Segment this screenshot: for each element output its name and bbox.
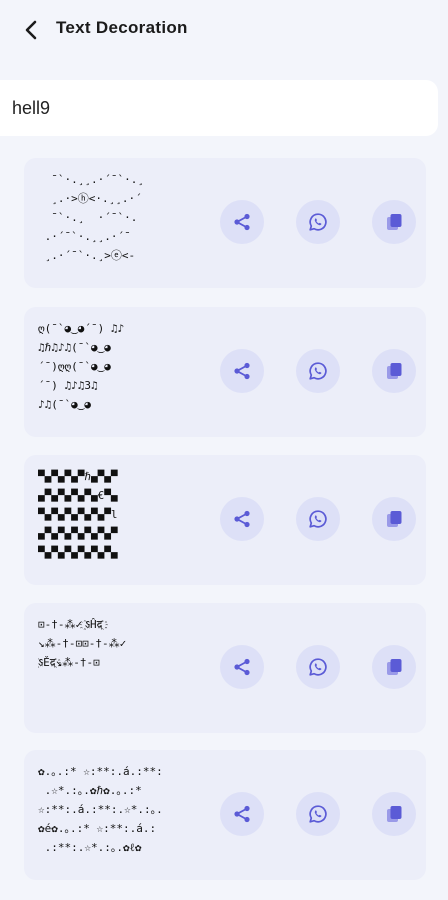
share-icon <box>234 658 250 676</box>
decorated-text-line: .:**:.☆*.:｡.✿ℓ✿ <box>38 841 142 854</box>
share-button[interactable] <box>220 792 264 836</box>
copy-icon <box>387 363 402 379</box>
card-actions <box>220 792 416 836</box>
decoration-card: ღ(¯`◕‿◕´¯) ♫♪ ♫ℏ♫♪♫(¯`◕‿◕ ´¯)ღღ(¯`◕‿◕ ´¯) ♫… <box>24 307 426 437</box>
whatsapp-share-button[interactable] <box>296 645 340 689</box>
copy-button[interactable] <box>372 497 416 541</box>
card-actions <box>220 497 416 541</box>
back-button[interactable] <box>18 17 44 43</box>
share-button[interactable] <box>220 200 264 244</box>
decoration-card: ▀▄▀▄▀▄▀ℏ▄▀▄▀ ▄▀▄▀▄▀▄▀▄€▀▄ ▀▄▀▄▀▄▀▄▀▄▀l ▄▀▄▀… <box>24 455 426 585</box>
copy-button[interactable] <box>372 349 416 393</box>
decorated-text-line: ´¯) ♫♪♫3♫ <box>38 379 98 392</box>
decorated-text-line: ↘⁂-†-⊡⊡-†-⁂✓ <box>38 637 127 650</box>
decorated-text-line: ✿é✿.｡.:* ☆:**:.á.: <box>38 822 157 835</box>
copy-button[interactable] <box>372 200 416 244</box>
decoration-card: ¯`·.¸¸.·´¯`·.¸ ¸.·>ⓗ<·.¸¸.·´ ¯`·.¸ ·´¯`·… <box>24 158 426 288</box>
whatsapp-icon <box>309 658 327 676</box>
whatsapp-icon <box>309 805 327 823</box>
app-header: Text Decoration <box>0 0 448 60</box>
copy-button[interactable] <box>372 792 416 836</box>
whatsapp-icon <box>309 213 327 231</box>
page-title: Text Decoration <box>56 18 188 37</box>
decorated-text-line: ¸.·´¯`·.¸>ⓔ<- <box>38 249 136 262</box>
decorated-text-line: ▄▀▄▀▄▀▄▀▄€▀▄ <box>38 489 118 502</box>
decorated-text-line: .☆*.:｡.✿ℏ✿.｡.:* <box>38 784 142 797</box>
whatsapp-share-button[interactable] <box>296 792 340 836</box>
text-input[interactable] <box>0 97 438 119</box>
decorated-text-line: ¸.·>ⓗ<·.¸¸.·´ <box>38 192 142 205</box>
whatsapp-share-button[interactable] <box>296 200 340 244</box>
copy-icon <box>387 511 402 527</box>
share-button[interactable] <box>220 497 264 541</box>
decorated-text-line: ✿.｡.:* ☆:**:.á.:**: <box>38 765 163 778</box>
decorated-text-line: ▀▄▀▄▀▄▀▄▀▄▀l <box>38 508 118 521</box>
card-actions <box>220 349 416 393</box>
text-input-container <box>0 80 438 136</box>
decorated-text-line: ▀▄▀▄▀▄▀ℏ▄▀▄▀ <box>38 470 118 483</box>
card-actions <box>220 645 416 689</box>
decoration-card: ✿.｡.:* ☆:**:.á.:**: .☆*.:｡.✿ℏ✿.｡.:* ☆:**:… <box>24 750 426 880</box>
decorated-text: ¯`·.¸¸.·´¯`·.¸ ¸.·>ⓗ<·.¸¸.·´ ¯`·.¸ ·´¯`·… <box>38 170 198 278</box>
decorated-text-line: .·´¯`·.¸¸.·´¯ <box>38 230 131 243</box>
card-actions <box>220 200 416 244</box>
copy-icon <box>387 659 402 675</box>
decorated-text: ღ(¯`◕‿◕´¯) ♫♪ ♫ℏ♫♪♫(¯`◕‿◕ ´¯)ღღ(¯`◕‿◕ ´¯) ♫… <box>38 319 198 427</box>
share-button[interactable] <box>220 645 264 689</box>
whatsapp-icon <box>309 362 327 380</box>
copy-icon <box>387 806 402 822</box>
decorated-text-line: ´¯)ღღ(¯`◕‿◕ <box>38 360 111 373</box>
decorated-text-line: ♫ℏ♫♪♫(¯`◕‿◕ <box>38 341 111 354</box>
share-icon <box>234 362 250 380</box>
decorated-text-line: ▄▀▄▀▄▀▄▀▄▀▄▀ <box>38 527 118 540</box>
whatsapp-share-button[interactable] <box>296 497 340 541</box>
decorated-text-line: ¯`·.¸¸.·´¯`·.¸ <box>38 173 144 186</box>
decorated-text-line: ♪♫(¯`◕‿◕ <box>38 398 91 411</box>
decorated-text-line: ⊡-†-⁂✓ ҈ऽĤद҈ <box>38 618 103 631</box>
decoration-card: ⊡-†-⁂✓ ҈ऽĤद҈ ↘⁂-†-⊡⊡-†-⁂✓҈ऽĚद҈↘⁂-†-⊡ <box>24 603 426 733</box>
whatsapp-icon <box>309 510 327 528</box>
share-icon <box>234 510 250 528</box>
copy-icon <box>387 214 402 230</box>
share-button[interactable] <box>220 349 264 393</box>
whatsapp-share-button[interactable] <box>296 349 340 393</box>
decorated-text-line: ღ(¯`◕‿◕´¯) ♫♪ <box>38 322 125 335</box>
decorated-text: ▀▄▀▄▀▄▀ℏ▄▀▄▀ ▄▀▄▀▄▀▄▀▄€▀▄ ▀▄▀▄▀▄▀▄▀▄▀l ▄▀▄▀… <box>38 467 198 575</box>
copy-button[interactable] <box>372 645 416 689</box>
share-icon <box>234 805 250 823</box>
decorated-text-line: ☆:**:.á.:**:.☆*.:｡. <box>38 803 163 816</box>
share-icon <box>234 213 250 231</box>
chevron-left-icon <box>25 20 37 40</box>
decorated-text: ✿.｡.:* ☆:**:.á.:**: .☆*.:｡.✿ℏ✿.｡.:* ☆:**:… <box>38 762 198 870</box>
decorated-text-line: ҈ऽĚद҈↘⁂-†-⊡ <box>38 656 100 669</box>
decorated-text-line: ▀▄▀▄▀▄▀▄▀▄▀▄ <box>38 546 118 559</box>
decorated-text-line: ¯`·.¸ ·´¯`·. <box>38 211 138 224</box>
decorated-text: ⊡-†-⁂✓ ҈ऽĤद҈ ↘⁂-†-⊡⊡-†-⁂✓҈ऽĚद҈↘⁂-†-⊡ <box>38 615 198 723</box>
